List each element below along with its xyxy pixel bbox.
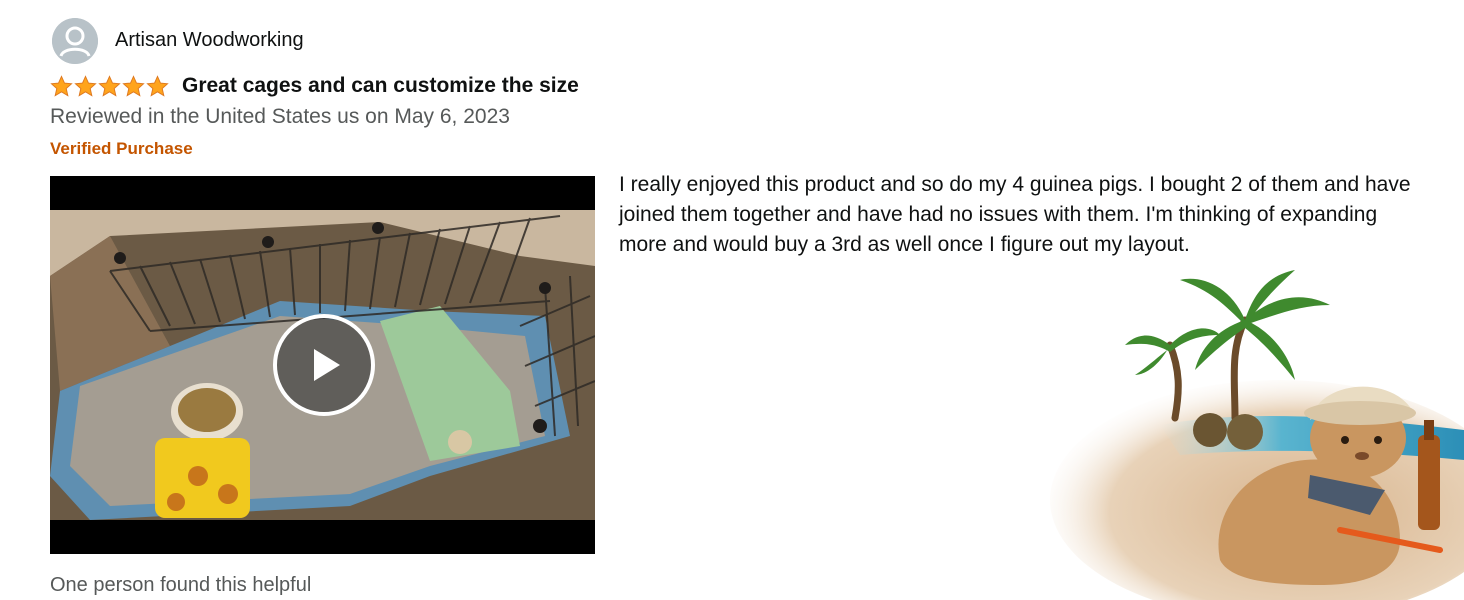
review-video[interactable] bbox=[50, 176, 595, 554]
review-title[interactable]: Great cages and can customize the size bbox=[182, 74, 579, 98]
star-icon bbox=[122, 74, 145, 97]
guinea-pig-beach-illustration bbox=[1050, 270, 1464, 600]
review-body: I really enjoyed this product and so do … bbox=[619, 173, 1411, 256]
rating-row: Great cages and can customize the size bbox=[50, 74, 579, 98]
reviewer-avatar bbox=[52, 18, 98, 64]
play-icon[interactable] bbox=[272, 313, 376, 417]
helpful-count: One person found this helpful bbox=[50, 574, 312, 596]
star-icon bbox=[146, 74, 169, 97]
user-avatar-icon bbox=[52, 18, 98, 64]
star-rating[interactable] bbox=[50, 74, 169, 98]
star-icon bbox=[98, 74, 121, 97]
verified-purchase-badge: Verified Purchase bbox=[50, 139, 193, 158]
reviewer-name[interactable]: Artisan Woodworking bbox=[115, 29, 304, 52]
star-icon bbox=[50, 74, 73, 97]
star-icon bbox=[74, 74, 97, 97]
review-date: Reviewed in the United States us on May … bbox=[50, 105, 510, 128]
